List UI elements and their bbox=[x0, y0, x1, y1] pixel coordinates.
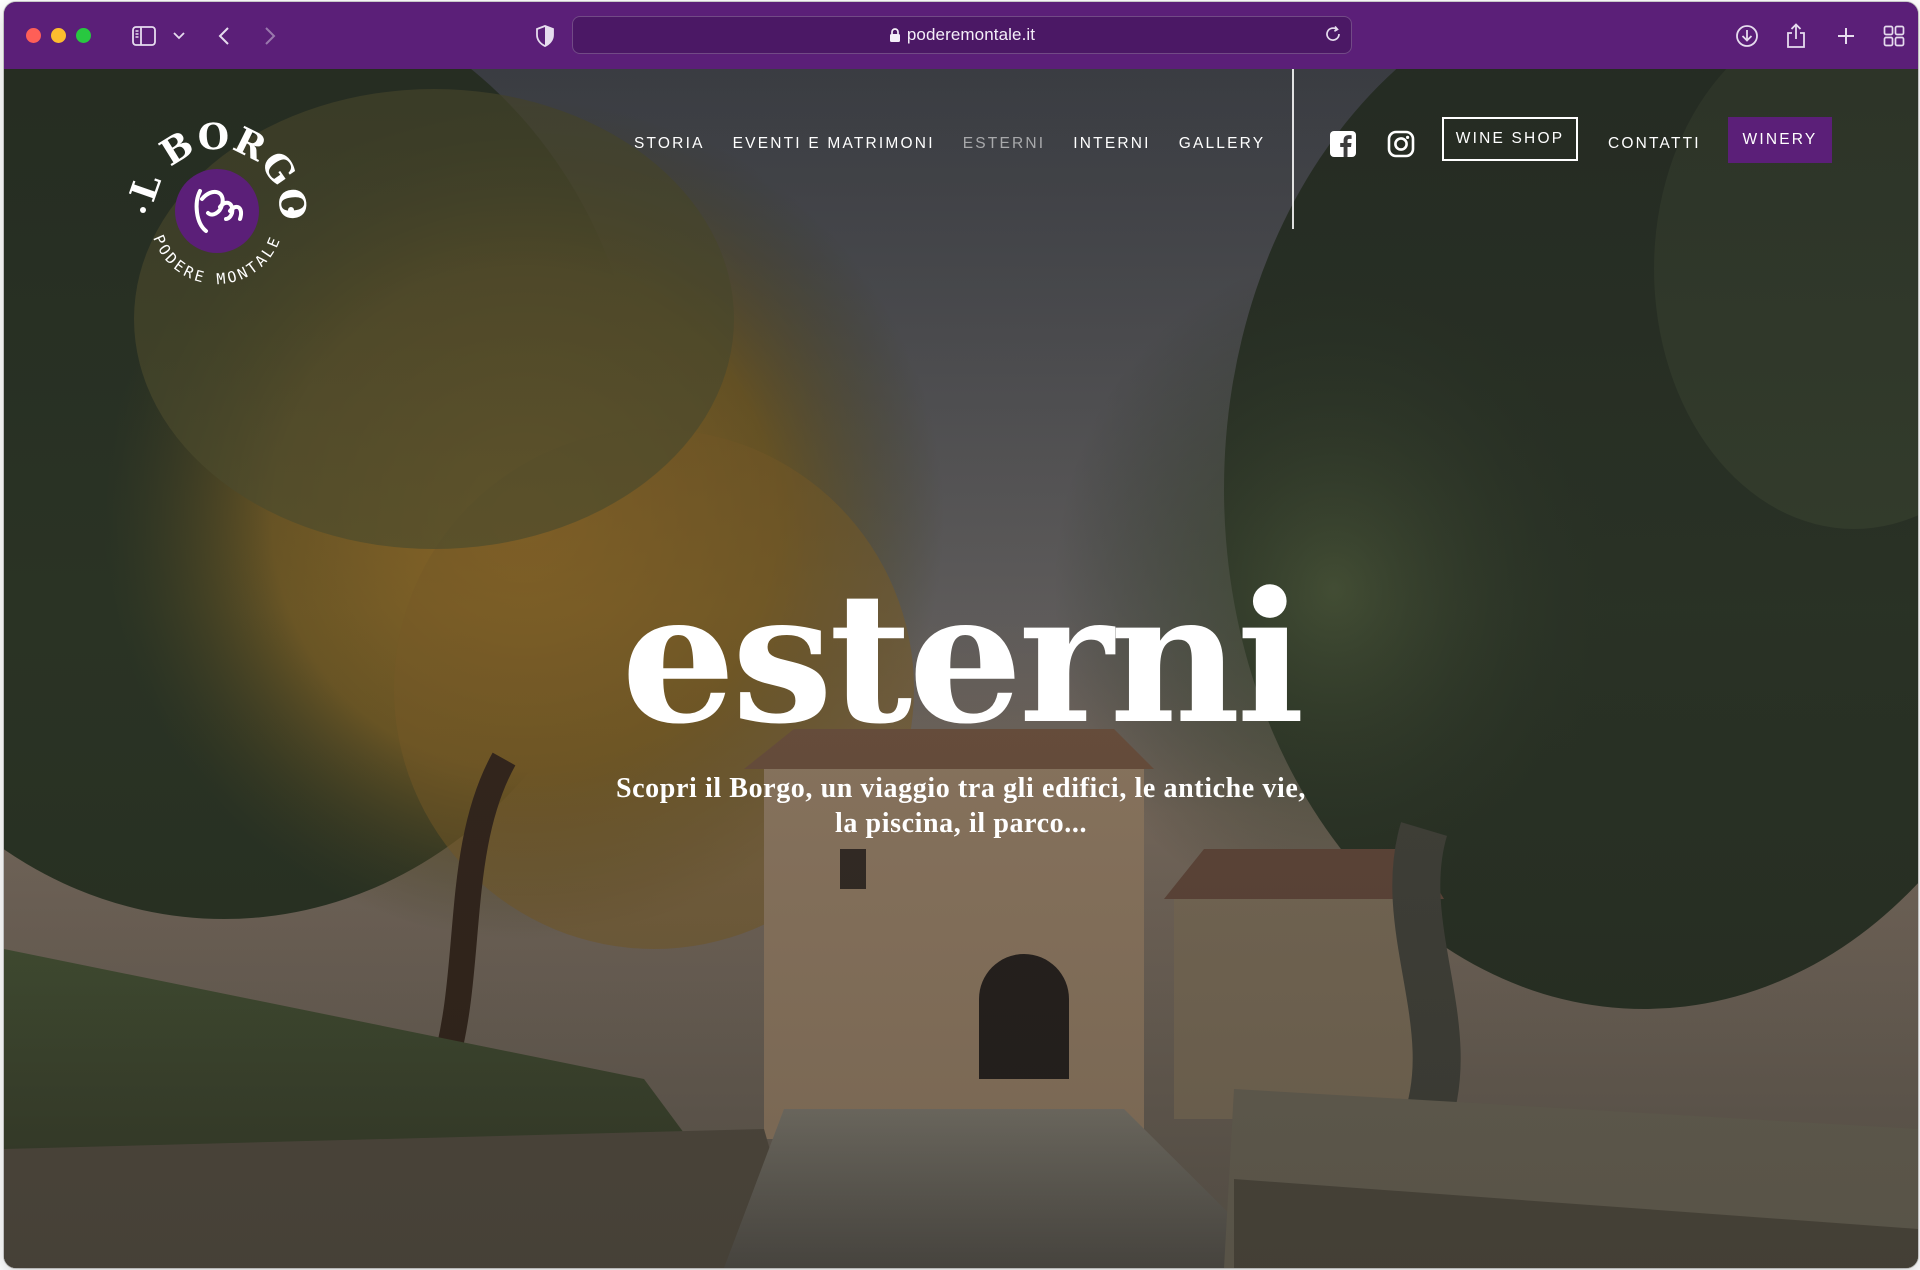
site-logo[interactable]: IL BORGO PODERE MONTALE bbox=[113, 74, 313, 297]
reload-icon[interactable] bbox=[1324, 25, 1342, 48]
share-icon[interactable] bbox=[1784, 22, 1808, 50]
address-bar[interactable]: poderemontale.it bbox=[572, 16, 1352, 54]
wine-shop-button[interactable]: WINE SHOP bbox=[1442, 117, 1578, 161]
main-navigation: STORIA EVENTI E MATRIMONI ESTERNI INTERN… bbox=[634, 135, 1293, 153]
winery-label: WINERY bbox=[1742, 131, 1818, 148]
hero-subtitle: Scopri il Borgo, un viaggio tra gli edif… bbox=[615, 773, 1307, 839]
download-icon[interactable] bbox=[1734, 22, 1760, 50]
webpage: IL BORGO PODERE MONTALE STORIA EVENTI E … bbox=[4, 69, 1918, 1268]
nav-divider bbox=[1292, 69, 1294, 229]
sidebar-icon[interactable] bbox=[130, 22, 158, 50]
chevron-down-icon[interactable] bbox=[172, 22, 186, 50]
browser-window: poderemontale.it L BORGO PODERE MONTALE … bbox=[4, 2, 1918, 1268]
lock-icon bbox=[889, 27, 901, 43]
logo-emblem: IL BORGO PODERE MONTALE bbox=[113, 74, 313, 288]
minimize-window-button[interactable] bbox=[51, 28, 66, 43]
shield-icon[interactable] bbox=[534, 22, 556, 50]
nav-item-gallery[interactable]: GALLERY bbox=[1179, 135, 1266, 153]
nav-item-interni[interactable]: INTERNI bbox=[1073, 135, 1150, 153]
nav-item-esterni[interactable]: ESTERNI bbox=[963, 135, 1046, 153]
zoom-window-button[interactable] bbox=[76, 28, 91, 43]
browser-toolbar: poderemontale.it bbox=[4, 2, 1918, 69]
close-window-button[interactable] bbox=[26, 28, 41, 43]
wine-shop-label: WINE SHOP bbox=[1455, 130, 1565, 147]
tabs-overview-icon[interactable] bbox=[1882, 22, 1906, 50]
nav-item-eventi-e-matrimoni[interactable]: EVENTI E MATRIMONI bbox=[733, 135, 935, 153]
nav-item-storia[interactable]: STORIA bbox=[634, 135, 705, 153]
new-tab-icon[interactable] bbox=[1834, 22, 1858, 50]
hero-title: esterni bbox=[621, 553, 1305, 764]
url-text: poderemontale.it bbox=[906, 25, 1036, 44]
winery-button[interactable]: WINERY bbox=[1728, 117, 1832, 163]
instagram-icon[interactable] bbox=[1386, 129, 1416, 159]
back-icon[interactable] bbox=[214, 22, 234, 50]
forward-icon[interactable] bbox=[260, 22, 280, 50]
facebook-icon[interactable] bbox=[1328, 129, 1358, 159]
nav-item-contatti[interactable]: CONTATTI bbox=[1608, 135, 1701, 153]
